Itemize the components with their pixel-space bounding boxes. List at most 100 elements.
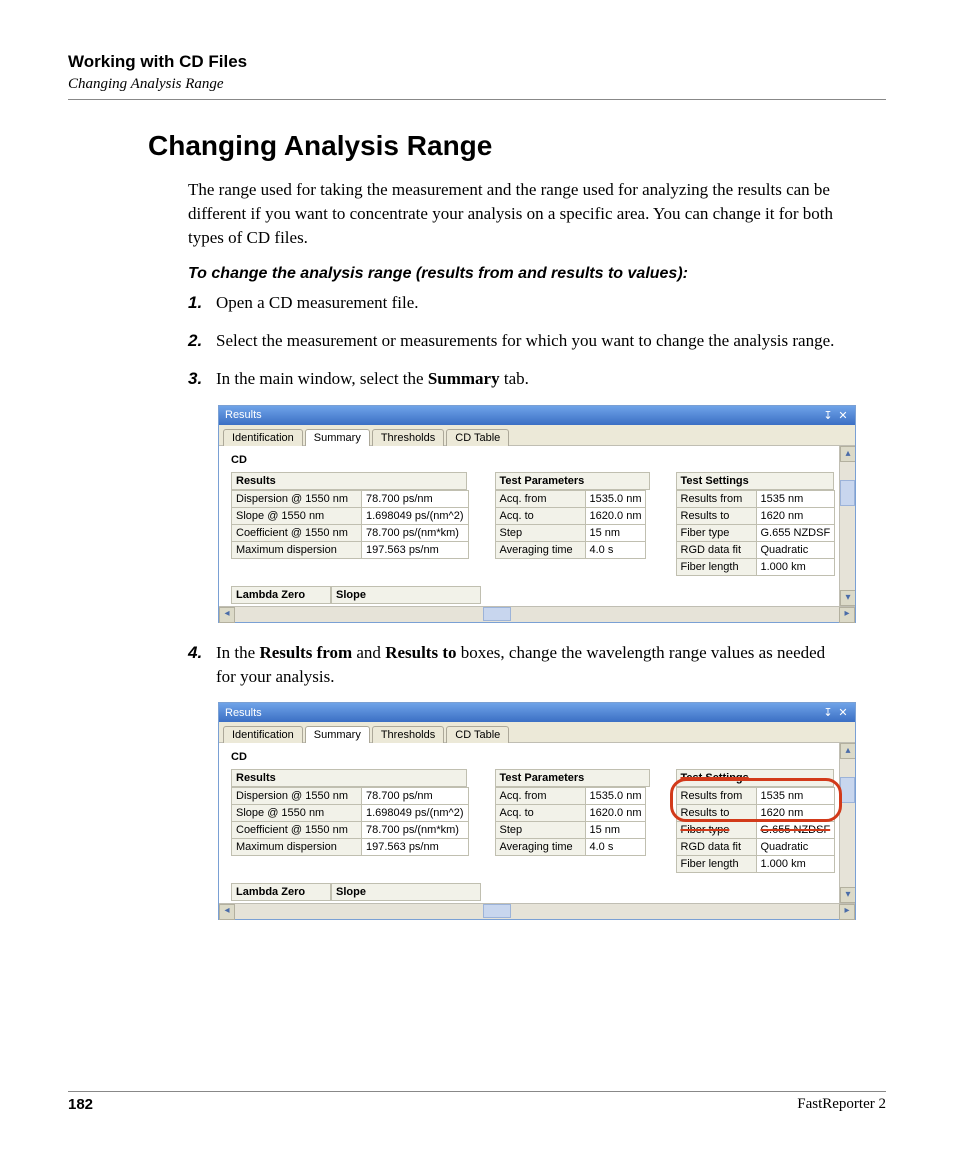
chapter-subtitle: Changing Analysis Range <box>68 76 886 93</box>
results-group: Results Dispersion @ 1550 nm78.700 ps/nm… <box>231 472 469 576</box>
pin-icon[interactable]: ↧ <box>822 706 834 719</box>
testsettings-header: Test Settings <box>676 769 834 787</box>
results-header: Results <box>231 472 467 490</box>
table-row: Acq. from1535.0 nm <box>495 788 646 805</box>
lambda-slope-headers: Lambda Zero Slope <box>231 883 837 901</box>
scroll-up-icon[interactable]: ▴ <box>840 446 855 462</box>
testparams-table: Acq. from1535.0 nm Acq. to1620.0 nm Step… <box>495 787 647 856</box>
panel-body: ▴ ▾ CD Results Dispersion @ 1550 nm78.70… <box>219 446 855 606</box>
scroll-down-icon[interactable]: ▾ <box>840 590 855 606</box>
step-text: In the main window, select the Summary t… <box>216 367 846 391</box>
tab-strip: Identification Summary Thresholds CD Tab… <box>219 722 855 743</box>
step-3: 3. In the main window, select the Summar… <box>188 367 846 391</box>
table-row: Fiber typeG.655 NZDSF <box>676 524 835 541</box>
tab-summary[interactable]: Summary <box>305 726 370 743</box>
lambda-slope-headers: Lambda Zero Slope <box>231 586 837 604</box>
pin-icon[interactable]: ↧ <box>822 409 834 422</box>
step-2: 2. Select the measurement or measurement… <box>188 329 846 353</box>
results-header: Results <box>231 769 467 787</box>
table-row: RGD data fitQuadratic <box>676 541 835 558</box>
horizontal-scrollbar[interactable]: ◂ ▸ <box>219 903 855 919</box>
page-header: Working with CD Files Changing Analysis … <box>68 52 886 100</box>
scroll-thumb[interactable] <box>483 904 511 918</box>
tab-thresholds[interactable]: Thresholds <box>372 429 444 446</box>
tab-identification[interactable]: Identification <box>223 726 303 743</box>
table-row: Step15 nm <box>495 822 646 839</box>
tab-summary[interactable]: Summary <box>305 429 370 446</box>
step-number: 1. <box>188 291 216 315</box>
chapter-title: Working with CD Files <box>68 52 886 72</box>
vertical-scrollbar[interactable]: ▴ ▾ <box>839 446 855 606</box>
scroll-left-icon[interactable]: ◂ <box>219 607 235 623</box>
testsettings-header: Test Settings <box>676 472 834 490</box>
test-parameters-group: Test Parameters Acq. from1535.0 nm Acq. … <box>495 769 650 873</box>
results-panel-screenshot-1: Results ↧ ✕ Identification Summary Thres… <box>218 405 856 623</box>
scroll-up-icon[interactable]: ▴ <box>840 743 855 759</box>
page-number: 182 <box>68 1096 93 1113</box>
table-row: Dispersion @ 1550 nm78.700 ps/nm <box>232 788 469 805</box>
step-number: 4. <box>188 641 216 689</box>
panel-titlebar: Results ↧ ✕ <box>219 406 855 425</box>
scroll-thumb[interactable] <box>840 777 855 803</box>
horizontal-scrollbar[interactable]: ◂ ▸ <box>219 606 855 622</box>
table-row: Maximum dispersion197.563 ps/nm <box>232 839 469 856</box>
table-row: Fiber length1.000 km <box>676 856 835 873</box>
panel-body: ▴ ▾ CD Results Dispersion @ 1550 nm78.70… <box>219 743 855 903</box>
table-row: RGD data fitQuadratic <box>676 839 835 856</box>
test-settings-group: Test Settings Results from1535 nm Result… <box>676 769 836 873</box>
scroll-thumb[interactable] <box>840 480 855 506</box>
testparams-header: Test Parameters <box>495 472 650 490</box>
test-parameters-group: Test Parameters Acq. from1535.0 nm Acq. … <box>495 472 650 576</box>
slope-header: Slope <box>331 883 481 901</box>
testparams-header: Test Parameters <box>495 769 650 787</box>
table-row: Acq. to1620.0 nm <box>495 805 646 822</box>
table-row: Results from1535 nm <box>676 788 835 805</box>
step-text: Select the measurement or measurements f… <box>216 329 846 353</box>
table-row: Maximum dispersion197.563 ps/nm <box>232 541 469 558</box>
intro-paragraph: The range used for taking the measuremen… <box>188 178 846 249</box>
procedure-heading: To change the analysis range (results fr… <box>188 265 846 283</box>
close-icon[interactable]: ✕ <box>837 409 849 422</box>
tab-thresholds[interactable]: Thresholds <box>372 726 444 743</box>
testparams-table: Acq. from1535.0 nm Acq. to1620.0 nm Step… <box>495 490 647 559</box>
step-number: 2. <box>188 329 216 353</box>
testsettings-table: Results from1535 nm Results to1620 nm Fi… <box>676 787 836 873</box>
step-text: Open a CD measurement file. <box>216 291 846 315</box>
table-row: Slope @ 1550 nm1.698049 ps/(nm^2) <box>232 805 469 822</box>
cd-section-label: CD <box>231 751 837 763</box>
table-row: Step15 nm <box>495 524 646 541</box>
procedure-steps-continued: 4. In the Results from and Results to bo… <box>188 641 846 689</box>
results-table: Dispersion @ 1550 nm78.700 ps/nm Slope @… <box>231 787 469 856</box>
tab-cd-table[interactable]: CD Table <box>446 726 509 743</box>
product-name: FastReporter 2 <box>797 1096 886 1113</box>
scroll-left-icon[interactable]: ◂ <box>219 904 235 920</box>
tab-identification[interactable]: Identification <box>223 429 303 446</box>
procedure-steps: 1. Open a CD measurement file. 2. Select… <box>188 291 846 390</box>
table-row: Dispersion @ 1550 nm78.700 ps/nm <box>232 490 469 507</box>
panel-titlebar: Results ↧ ✕ <box>219 703 855 722</box>
table-row: Slope @ 1550 nm1.698049 ps/(nm^2) <box>232 507 469 524</box>
header-rule <box>68 99 886 100</box>
table-row: Results to1620 nm <box>676 805 835 822</box>
tab-cd-table[interactable]: CD Table <box>446 429 509 446</box>
scroll-down-icon[interactable]: ▾ <box>840 887 855 903</box>
results-panel-screenshot-2: Results ↧ ✕ Identification Summary Thres… <box>218 702 856 920</box>
table-row: Averaging time4.0 s <box>495 541 646 558</box>
section-title: Changing Analysis Range <box>148 130 886 162</box>
panel-controls: ↧ ✕ <box>822 706 849 719</box>
scroll-right-icon[interactable]: ▸ <box>839 904 855 920</box>
table-row: Fiber length1.000 km <box>676 558 835 575</box>
scroll-thumb[interactable] <box>483 607 511 621</box>
table-row: Results from1535 nm <box>676 490 835 507</box>
vertical-scrollbar[interactable]: ▴ ▾ <box>839 743 855 903</box>
table-row: Acq. from1535.0 nm <box>495 490 646 507</box>
panel-title: Results <box>225 707 262 719</box>
close-icon[interactable]: ✕ <box>837 706 849 719</box>
table-row: Acq. to1620.0 nm <box>495 507 646 524</box>
step-text: In the Results from and Results to boxes… <box>216 641 846 689</box>
footer-rule <box>68 1091 886 1092</box>
step-4: 4. In the Results from and Results to bo… <box>188 641 846 689</box>
lambda-zero-header: Lambda Zero <box>231 883 331 901</box>
scroll-right-icon[interactable]: ▸ <box>839 607 855 623</box>
step-number: 3. <box>188 367 216 391</box>
